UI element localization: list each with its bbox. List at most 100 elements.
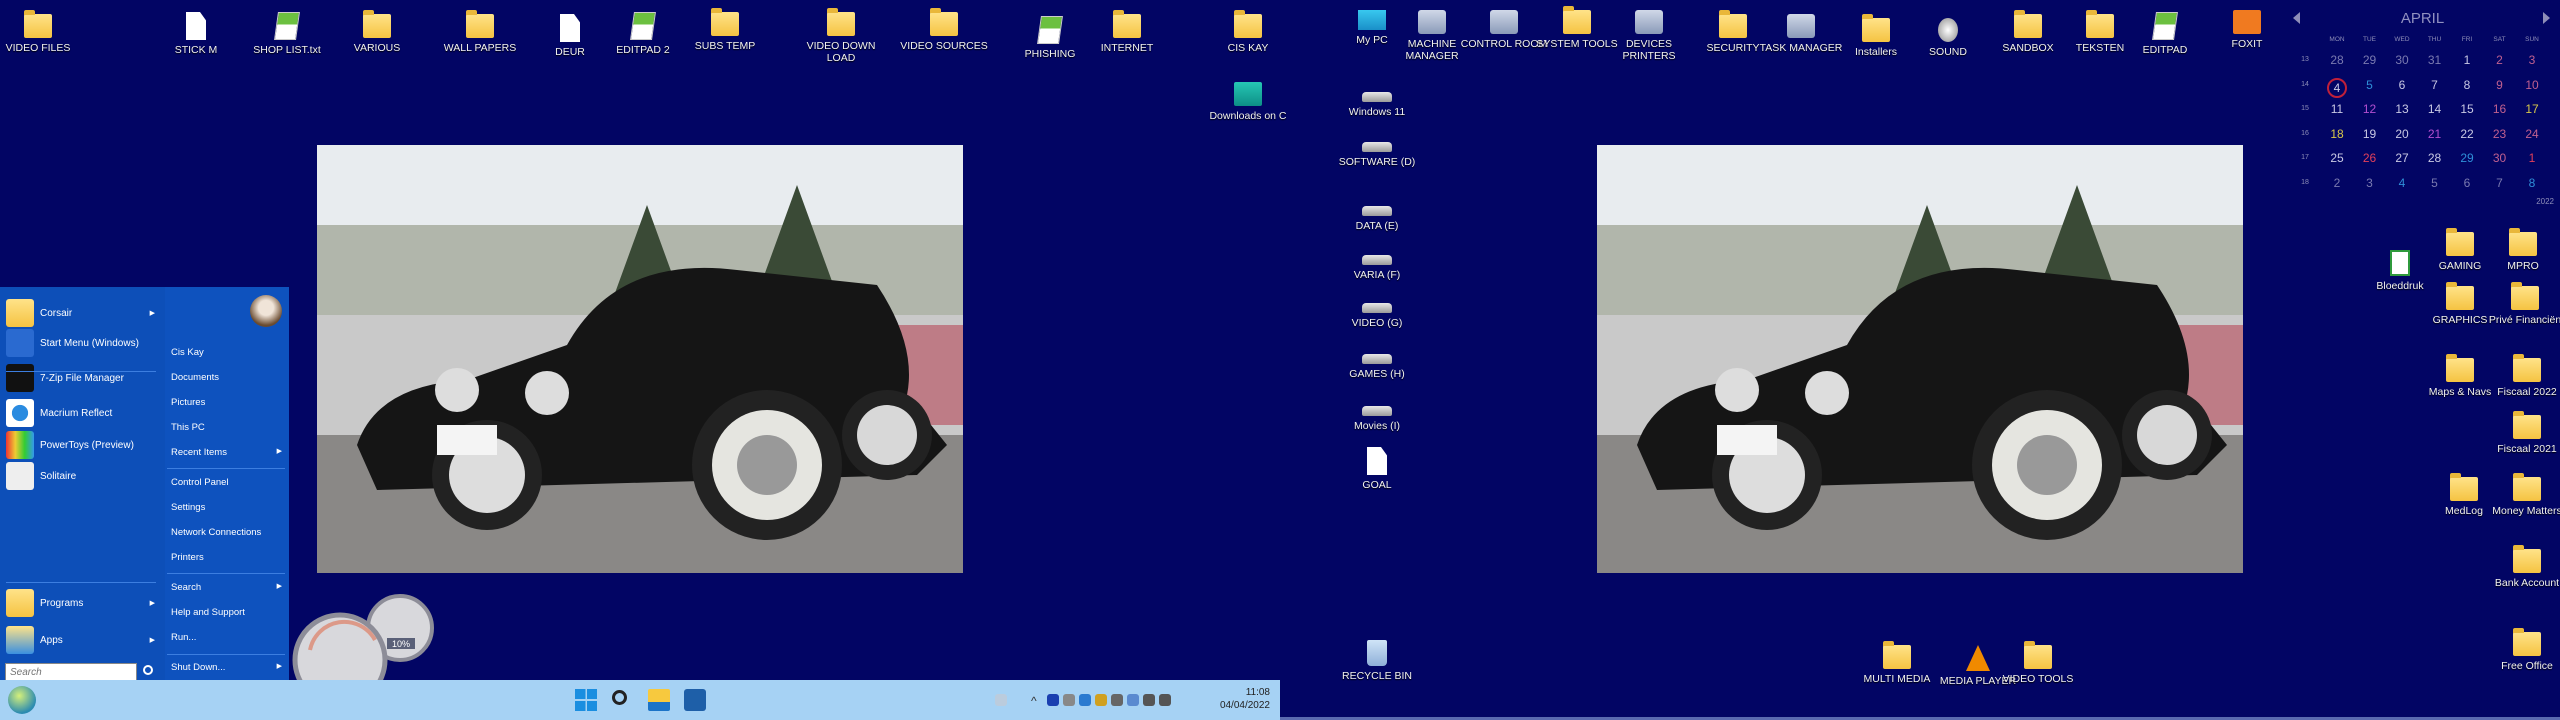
start-right-settings[interactable]: Settings: [171, 502, 286, 513]
calendar-day[interactable]: 26: [2355, 151, 2385, 165]
desktop-icon-games-h[interactable]: GAMES (H): [1332, 344, 1422, 380]
desktop-icon-recycle-bin[interactable]: RECYCLE BIN: [1332, 640, 1422, 682]
desktop-icon-multi-media[interactable]: MULTI MEDIA: [1852, 641, 1942, 685]
calendar-day[interactable]: 21: [2420, 127, 2450, 141]
desktop-icon-goal[interactable]: GOAL: [1332, 447, 1422, 491]
start-right-pictures[interactable]: Pictures: [171, 397, 286, 408]
start-right-cis-kay[interactable]: Cis Kay: [171, 347, 286, 358]
start-item-corsair[interactable]: Corsair ▶: [0, 297, 163, 329]
calendar-day[interactable]: 28: [2420, 151, 2450, 165]
calendar-day[interactable]: 28: [2322, 53, 2352, 67]
desktop-icon-wall-papers[interactable]: WALL PAPERS: [435, 10, 525, 54]
start-search-input[interactable]: [6, 664, 136, 681]
desktop-icon-bank-account[interactable]: Bank Account: [2482, 545, 2560, 589]
microsoft-store-icon[interactable]: [684, 689, 706, 711]
desktop-icon-video-files[interactable]: VIDEO FILES: [0, 10, 83, 54]
desktop-icon-priv-financi-n[interactable]: Privé Financiën: [2480, 282, 2560, 326]
calendar-day[interactable]: 5: [2420, 176, 2450, 190]
calendar-day[interactable]: 18: [2322, 127, 2352, 141]
defender-icon[interactable]: [1079, 694, 1091, 706]
calendar-day[interactable]: 11: [2322, 102, 2352, 116]
calendar-day[interactable]: 31: [2420, 53, 2450, 67]
start-right-network-connections[interactable]: Network Connections: [171, 527, 286, 538]
calendar-day[interactable]: 14: [2420, 102, 2450, 116]
recycle-icon[interactable]: [995, 694, 1007, 706]
calendar-day[interactable]: 16: [2485, 102, 2515, 116]
start-right-this-pc[interactable]: This PC: [171, 422, 286, 433]
calendar-day[interactable]: 6: [2387, 78, 2417, 92]
volume-icon[interactable]: [1159, 694, 1171, 706]
calendar-day[interactable]: 22: [2452, 127, 2482, 141]
desktop-icon-editpad-2[interactable]: EDITPAD 2: [598, 12, 688, 56]
windows-start-icon[interactable]: [575, 689, 597, 711]
desktop-icon-fiscaal-2022[interactable]: Fiscaal 2022: [2482, 354, 2560, 398]
calendar-day[interactable]: 6: [2452, 176, 2482, 190]
calendar-day[interactable]: 25: [2322, 151, 2352, 165]
calendar-day[interactable]: 7: [2485, 176, 2515, 190]
desktop-icon-stick-m[interactable]: STICK M: [151, 12, 241, 56]
cpu-meter-gadget[interactable]: 10%: [290, 590, 440, 682]
calendar-day[interactable]: 4: [2387, 176, 2417, 190]
calendar-day[interactable]: 2: [2322, 176, 2352, 190]
desktop-icon-mpro[interactable]: MPRO: [2478, 228, 2560, 272]
start-item-powertoys-preview[interactable]: PowerToys (Preview): [0, 429, 163, 461]
calendar-day[interactable]: 30: [2485, 151, 2515, 165]
file-explorer-icon[interactable]: [648, 689, 670, 711]
calendar-day[interactable]: 1: [2517, 151, 2547, 165]
desktop-icon-various[interactable]: VARIOUS: [332, 10, 422, 54]
network-icon[interactable]: [1143, 694, 1155, 706]
desktop-icon-money-matters[interactable]: Money Matters: [2482, 473, 2560, 517]
chevron-up-icon[interactable]: ^: [1031, 694, 1043, 708]
desktop-icon-downloads-on-c[interactable]: Downloads on C: [1203, 82, 1293, 122]
antivirus-icon[interactable]: [1063, 694, 1075, 706]
calendar-day[interactable]: 7: [2420, 78, 2450, 92]
start-item-solitaire[interactable]: Solitaire: [0, 460, 163, 492]
desktop-icon-shop-list-txt[interactable]: SHOP LIST.txt: [242, 12, 332, 56]
start-item-programs[interactable]: Programs ▶: [0, 587, 163, 619]
calendar-day[interactable]: 8: [2517, 176, 2547, 190]
desktop-icon-windows-11[interactable]: Windows 11: [1332, 82, 1422, 118]
start-item-apps[interactable]: Apps ▶: [0, 624, 163, 656]
start-right-search[interactable]: Search ▶: [171, 582, 286, 593]
calendar-day[interactable]: 5: [2355, 78, 2385, 92]
clock[interactable]: 11:08 04/04/2022: [1200, 686, 1270, 712]
calendar-day[interactable]: 19: [2355, 127, 2385, 141]
desktop-icon-varia-f[interactable]: VARIA (F): [1332, 245, 1422, 281]
desktop-icon-devices-printers[interactable]: DEVICES PRINTERS: [1604, 10, 1694, 62]
calendar-day[interactable]: 1: [2452, 53, 2482, 67]
desktop-icon-cis-kay[interactable]: CIS KAY: [1203, 10, 1293, 54]
calendar-day-today[interactable]: 4: [2327, 77, 2347, 98]
calendar-day[interactable]: 3: [2517, 53, 2547, 67]
malwarebytes-icon[interactable]: [1047, 694, 1059, 706]
bug-icon[interactable]: [1095, 694, 1107, 706]
desktop-icon-movies-i[interactable]: Movies (I): [1332, 396, 1422, 432]
calendar-day[interactable]: 13: [2387, 102, 2417, 116]
desktop-icon-internet[interactable]: INTERNET: [1082, 10, 1172, 54]
desktop-icon-sound[interactable]: SOUND: [1903, 18, 1993, 58]
usb-icon[interactable]: [1111, 694, 1123, 706]
calendar-day[interactable]: 30: [2387, 53, 2417, 67]
calendar-day[interactable]: 10: [2517, 78, 2547, 92]
desktop-icon-editpad[interactable]: EDITPAD: [2120, 12, 2210, 56]
start-right-printers[interactable]: Printers: [171, 552, 286, 563]
desktop-icon-video-down-load[interactable]: VIDEO DOWN LOAD: [796, 8, 886, 64]
device-icon[interactable]: [1127, 694, 1139, 706]
desktop-icon-data-e[interactable]: DATA (E): [1332, 196, 1422, 232]
calendar-day[interactable]: 15: [2452, 102, 2482, 116]
desktop-icon-subs-temp[interactable]: SUBS TEMP: [680, 8, 770, 52]
start-right-help-and-support[interactable]: Help and Support: [171, 607, 286, 618]
desktop-icon-video-g[interactable]: VIDEO (G): [1332, 293, 1422, 329]
calendar-day[interactable]: 24: [2517, 127, 2547, 141]
start-item-start-menu-windows[interactable]: Start Menu (Windows): [0, 327, 163, 359]
next-month-button[interactable]: [2543, 12, 2550, 24]
start-item-7-zip-file-manager[interactable]: 7-Zip File Manager: [0, 362, 163, 394]
start-right-shut-down[interactable]: Shut Down... ▶: [171, 662, 286, 673]
globe-start-orb[interactable]: [8, 686, 36, 714]
calendar-day[interactable]: 9: [2485, 78, 2515, 92]
desktop-icon-fiscaal-2021[interactable]: Fiscaal 2021: [2482, 411, 2560, 455]
desktop-icon-software-d[interactable]: SOFTWARE (D): [1332, 132, 1422, 168]
calendar-day[interactable]: 8: [2452, 78, 2482, 92]
user-avatar[interactable]: [250, 295, 282, 327]
start-right-recent-items[interactable]: Recent Items ▶: [171, 447, 286, 458]
calendar-day[interactable]: 29: [2452, 151, 2482, 165]
